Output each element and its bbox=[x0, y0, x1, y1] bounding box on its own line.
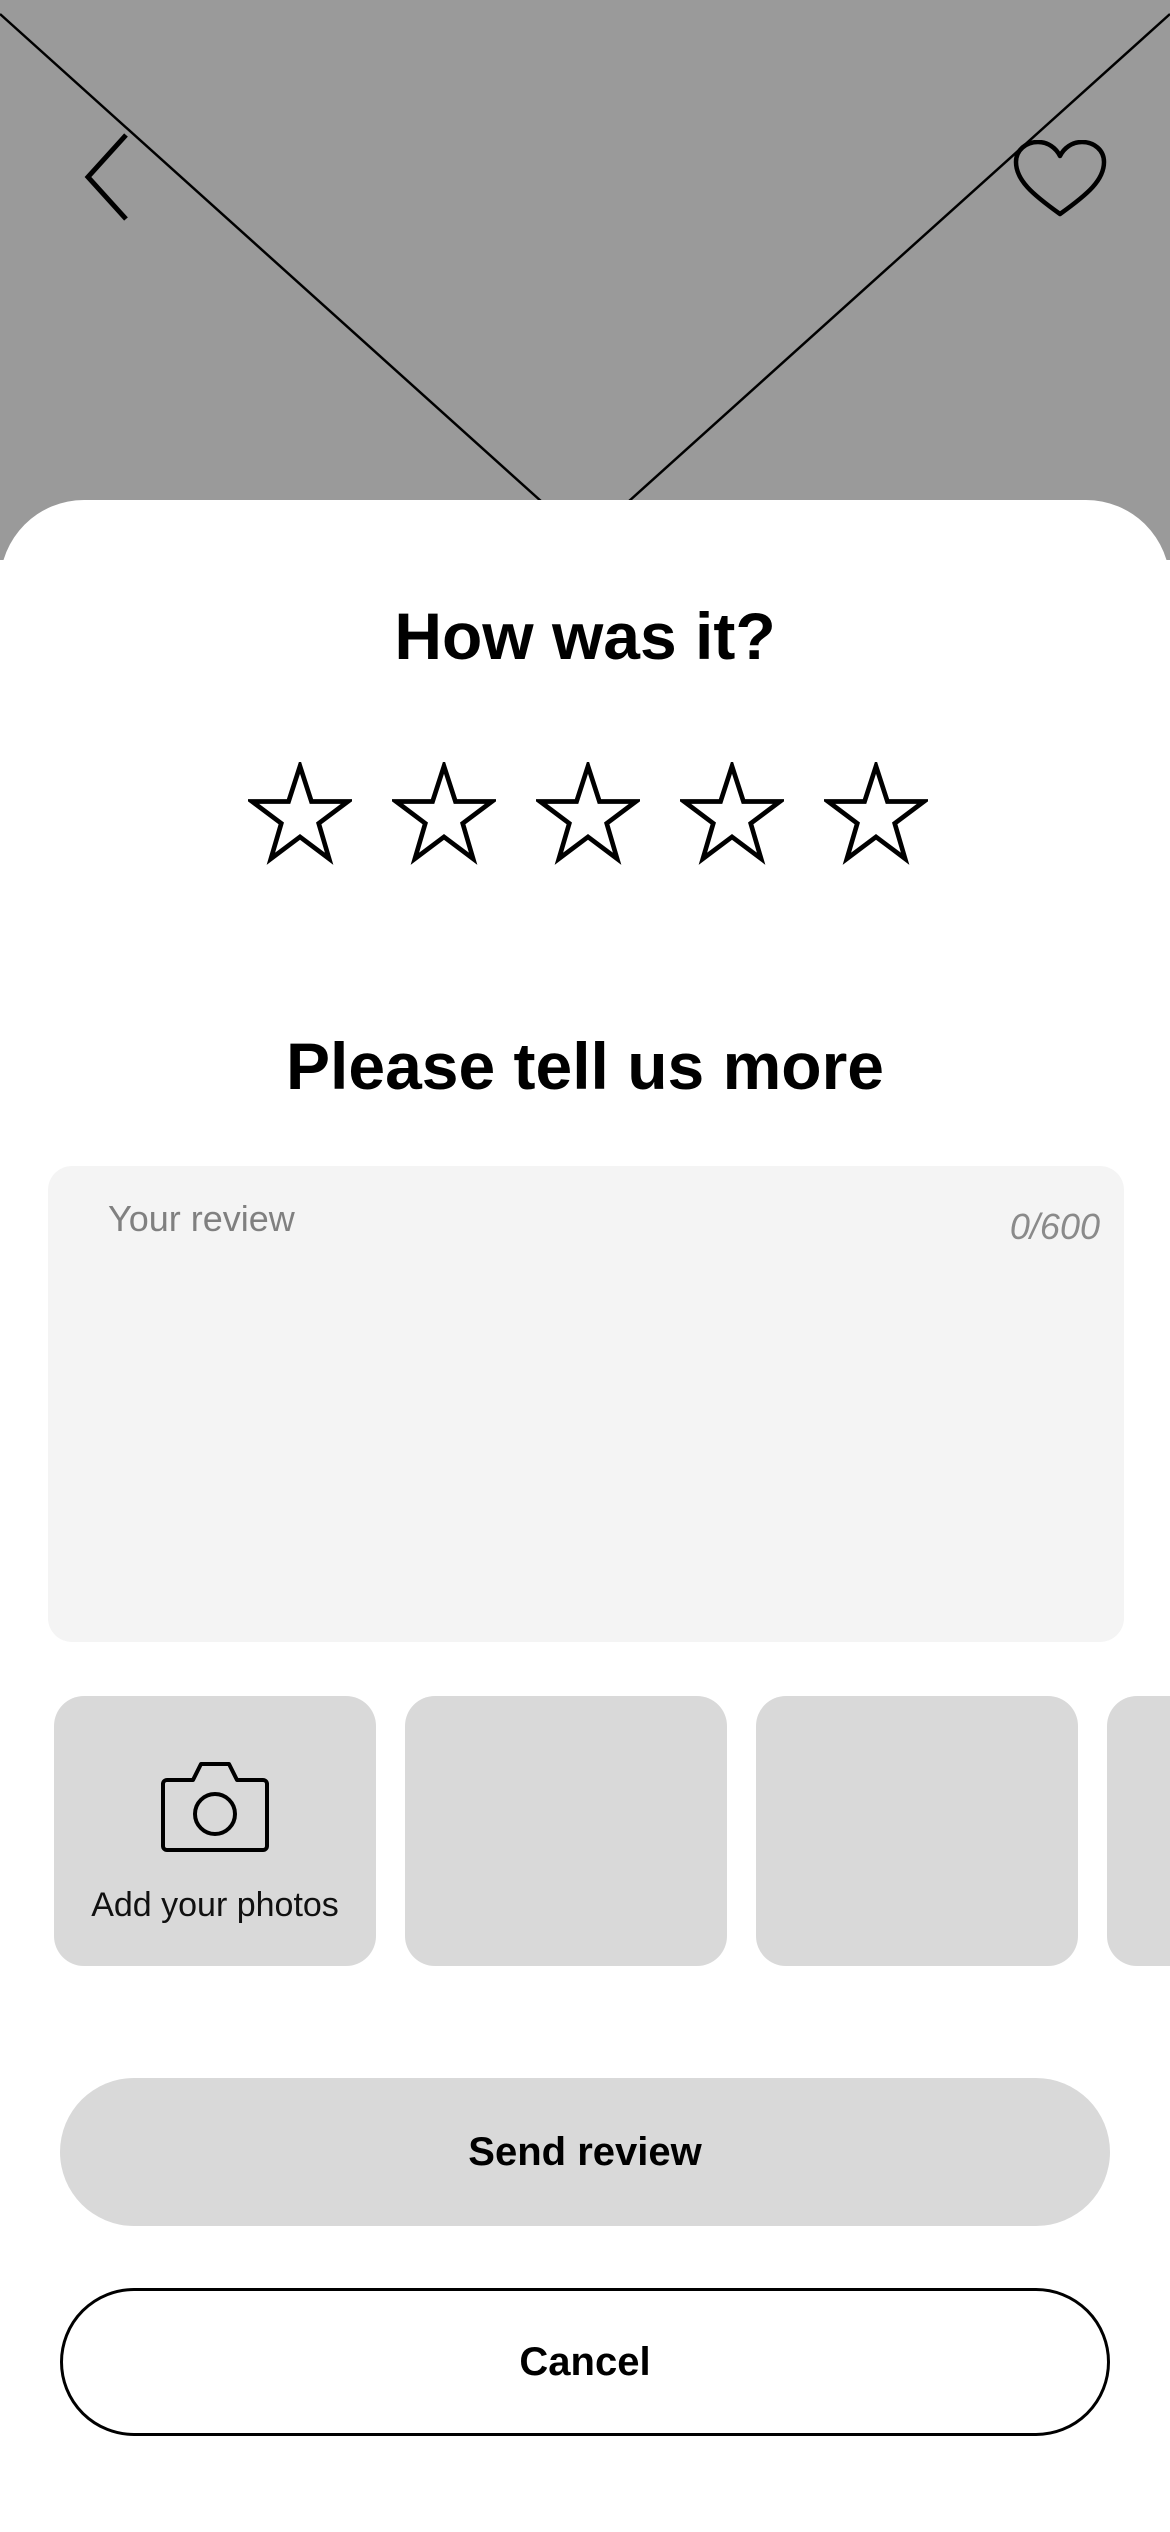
star-2-icon[interactable] bbox=[392, 762, 496, 866]
photo-strip[interactable]: Add your photos bbox=[54, 1696, 1170, 1968]
send-review-button[interactable]: Send review bbox=[60, 2078, 1110, 2226]
review-textarea[interactable] bbox=[108, 1198, 968, 1598]
photo-slot[interactable] bbox=[1107, 1696, 1170, 1966]
star-4-icon[interactable] bbox=[680, 762, 784, 866]
heart-icon bbox=[1013, 140, 1107, 217]
star-rating[interactable] bbox=[248, 762, 928, 866]
add-photos-button[interactable]: Add your photos bbox=[54, 1696, 376, 1966]
review-input-container: 0/600 bbox=[48, 1166, 1124, 1642]
image-placeholder-lines bbox=[0, 13, 1170, 503]
star-1-icon[interactable] bbox=[248, 762, 352, 866]
star-3-icon[interactable] bbox=[536, 762, 640, 866]
back-icon bbox=[84, 133, 128, 221]
favorite-button[interactable] bbox=[1000, 130, 1120, 230]
rating-title: How was it? bbox=[394, 599, 776, 673]
add-photos-label: Add your photos bbox=[91, 1886, 339, 1924]
review-section-title: Please tell us more bbox=[286, 1029, 884, 1103]
review-screen: How was it? Please tell us more 0/600 bbox=[0, 0, 1170, 2532]
back-button[interactable] bbox=[60, 120, 160, 230]
star-5-icon[interactable] bbox=[824, 762, 928, 866]
review-sheet: How was it? Please tell us more 0/600 bbox=[0, 500, 1170, 2532]
camera-icon bbox=[161, 1762, 269, 1852]
character-counter: 0/600 bbox=[1009, 1206, 1100, 1247]
hero-image-placeholder bbox=[0, 0, 1170, 560]
photo-slot[interactable] bbox=[756, 1696, 1078, 1966]
photo-slot[interactable] bbox=[405, 1696, 727, 1966]
cancel-button[interactable]: Cancel bbox=[60, 2288, 1110, 2436]
